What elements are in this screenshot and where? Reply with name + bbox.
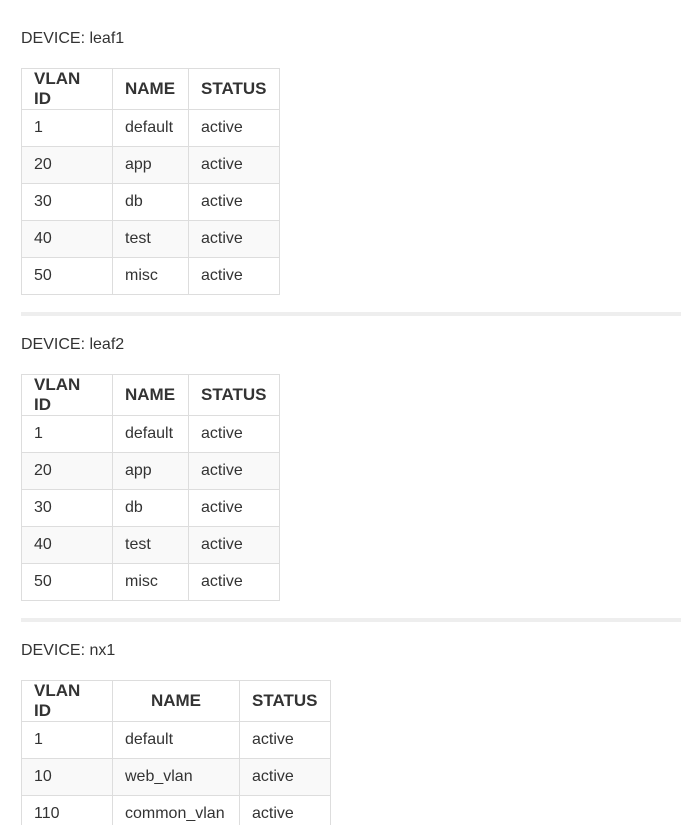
vlan-status-cell: active: [188, 489, 280, 527]
vlan-id-cell: 1: [21, 415, 113, 453]
vlan-name-cell: test: [112, 526, 189, 564]
vlan-table: VLAN ID NAME STATUS 1 default active 20 …: [21, 374, 280, 601]
vlan-id-cell: 20: [21, 452, 113, 490]
vlan-name-cell: default: [112, 721, 240, 759]
vlan-id-cell: 20: [21, 146, 113, 184]
column-header-status: STATUS: [188, 68, 280, 110]
table-header-row: VLAN ID NAME STATUS: [21, 68, 280, 110]
table-row: 30 db active: [21, 183, 280, 221]
vlan-id-cell: 110: [21, 795, 113, 825]
vlan-id-cell: 50: [21, 563, 113, 601]
vlan-name-cell: common_vlan: [112, 795, 240, 825]
table-row: 1 default active: [21, 109, 280, 147]
vlan-status-cell: active: [188, 257, 280, 295]
vlan-status-cell: active: [188, 563, 280, 601]
vlan-status-cell: active: [188, 109, 280, 147]
table-row: 40 test active: [21, 526, 280, 564]
vlan-name-cell: test: [112, 220, 189, 258]
vlan-status-cell: active: [239, 795, 331, 825]
column-header-name: NAME: [112, 374, 189, 416]
vlan-status-cell: active: [188, 452, 280, 490]
table-row: 110 common_vlan active: [21, 795, 331, 825]
vlan-status-cell: active: [188, 526, 280, 564]
vlan-name-cell: app: [112, 452, 189, 490]
table-row: 50 misc active: [21, 563, 280, 601]
column-header-status: STATUS: [188, 374, 280, 416]
table-row: 10 web_vlan active: [21, 758, 331, 796]
table-row: 1 default active: [21, 415, 280, 453]
device-title: DEVICE: leaf2: [21, 336, 125, 353]
vlan-name-cell: default: [112, 415, 189, 453]
vlan-name-cell: misc: [112, 257, 189, 295]
vlan-name-cell: web_vlan: [112, 758, 240, 796]
vlan-id-cell: 1: [21, 721, 113, 759]
vlan-name-cell: misc: [112, 563, 189, 601]
vlan-status-cell: active: [239, 758, 331, 796]
vlan-id-cell: 1: [21, 109, 113, 147]
table-header-row: VLAN ID NAME STATUS: [21, 374, 280, 416]
vlan-status-cell: active: [239, 721, 331, 759]
table-row: 40 test active: [21, 220, 280, 258]
table-row: 1 default active: [21, 721, 331, 759]
table-header-row: VLAN ID NAME STATUS: [21, 680, 331, 722]
column-header-status: STATUS: [239, 680, 331, 722]
table-row: 20 app active: [21, 452, 280, 490]
vlan-id-cell: 30: [21, 183, 113, 221]
section-divider: [21, 618, 681, 622]
device-title: DEVICE: leaf1: [21, 30, 125, 47]
vlan-name-cell: db: [112, 489, 189, 527]
table-row: 30 db active: [21, 489, 280, 527]
column-header-vlan-id: VLAN ID: [21, 374, 113, 416]
vlan-name-cell: db: [112, 183, 189, 221]
vlan-status-cell: active: [188, 220, 280, 258]
column-header-name: NAME: [112, 68, 189, 110]
vlan-id-cell: 40: [21, 220, 113, 258]
vlan-table: VLAN ID NAME STATUS 1 default active 10 …: [21, 680, 331, 825]
vlan-id-cell: 10: [21, 758, 113, 796]
device-title: DEVICE: nx1: [21, 642, 116, 659]
column-header-vlan-id: VLAN ID: [21, 680, 113, 722]
table-row: 50 misc active: [21, 257, 280, 295]
column-header-name: NAME: [112, 680, 240, 722]
section-divider: [21, 312, 681, 316]
vlan-name-cell: default: [112, 109, 189, 147]
vlan-name-cell: app: [112, 146, 189, 184]
vlan-status-cell: active: [188, 183, 280, 221]
device-section-nx1: DEVICE: nx1 VLAN ID NAME STATUS 1 defaul…: [21, 642, 681, 825]
vlan-status-cell: active: [188, 146, 280, 184]
table-row: 20 app active: [21, 146, 280, 184]
vlan-table: VLAN ID NAME STATUS 1 default active 20 …: [21, 68, 280, 295]
vlan-id-cell: 40: [21, 526, 113, 564]
column-header-vlan-id: VLAN ID: [21, 68, 113, 110]
vlan-id-cell: 30: [21, 489, 113, 527]
device-section-leaf2: DEVICE: leaf2 VLAN ID NAME STATUS 1 defa…: [21, 336, 681, 601]
vlan-id-cell: 50: [21, 257, 113, 295]
device-section-leaf1: DEVICE: leaf1 VLAN ID NAME STATUS 1 defa…: [21, 30, 681, 295]
vlan-status-cell: active: [188, 415, 280, 453]
